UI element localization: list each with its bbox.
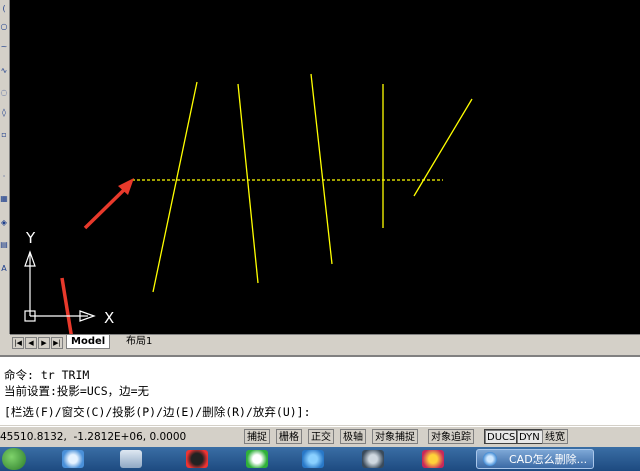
app-task-icon[interactable] bbox=[422, 450, 444, 468]
task-button-label: CAD怎么删除... bbox=[509, 453, 588, 466]
wechat-task-icon[interactable] bbox=[246, 450, 268, 468]
ellipse-tool-icon[interactable]: ◌ bbox=[0, 88, 8, 97]
next-tab-button[interactable]: ▶ bbox=[38, 337, 50, 349]
drawing-canvas[interactable]: Y X bbox=[10, 0, 640, 365]
command-history-line-1: 命令: tr TRIM bbox=[4, 368, 90, 382]
circle-tool-icon[interactable]: ○ bbox=[0, 22, 8, 31]
drawing-line-3[interactable] bbox=[310, 73, 333, 265]
windows-taskbar: CAD怎么删除... bbox=[0, 447, 640, 471]
layout-tab-bar: |◀ ◀ ▶ ▶| Model 布局1 bbox=[10, 334, 640, 350]
command-history-line-2: 当前设置:投影=UCS，边=无 bbox=[4, 384, 150, 398]
dyn-toggle[interactable]: DYN bbox=[516, 429, 543, 444]
start-button-icon[interactable] bbox=[2, 448, 26, 470]
mtext-tool-icon[interactable]: A bbox=[0, 264, 8, 273]
drawing-area[interactable]: Y X bbox=[10, 0, 640, 365]
command-window[interactable]: 命令: tr TRIM 当前设置:投影=UCS，边=无 [栏选(F)/窗交(C)… bbox=[0, 355, 640, 425]
status-bar: 45510.8132, -1.2812E+06, 0.0000 捕捉 栅格 正交… bbox=[0, 426, 640, 447]
revcloud-tool-icon[interactable]: ~ bbox=[0, 42, 8, 51]
coordinate-readout[interactable]: 45510.8132, -1.2812E+06, 0.0000 bbox=[0, 430, 186, 444]
arc-tool-icon[interactable]: ( bbox=[0, 4, 8, 13]
ucs-x-label: X bbox=[104, 309, 114, 327]
browser-task-icon[interactable] bbox=[62, 450, 84, 468]
ucs-icon bbox=[24, 250, 96, 322]
command-prompt-line[interactable]: [栏选(F)/窗交(C)/投影(P)/边(E)/删除(R)/放弃(U)]: bbox=[4, 404, 311, 420]
ucs-y-label: Y bbox=[25, 229, 36, 247]
drawing-line-1[interactable] bbox=[152, 81, 198, 293]
tab-layout1[interactable]: 布局1 bbox=[122, 335, 156, 348]
make-block-icon[interactable]: ▫ bbox=[0, 130, 8, 139]
hatch-tool-icon[interactable]: ▦ bbox=[0, 194, 8, 203]
grid-toggle[interactable]: 栅格 bbox=[276, 429, 302, 444]
media-task-icon[interactable] bbox=[362, 450, 384, 468]
last-tab-button[interactable]: ▶| bbox=[51, 337, 63, 349]
table-tool-icon[interactable]: ▤ bbox=[0, 240, 8, 249]
insert-block-icon[interactable]: ◊ bbox=[0, 108, 8, 117]
tab-model[interactable]: Model bbox=[66, 335, 111, 349]
osnap-toggle[interactable]: 对象捕捉 bbox=[372, 429, 418, 444]
ducs-toggle[interactable]: DUCS bbox=[484, 429, 519, 444]
polar-toggle[interactable]: 极轴 bbox=[340, 429, 366, 444]
point-tool-icon[interactable]: · bbox=[0, 172, 8, 181]
snap-toggle[interactable]: 捕捉 bbox=[244, 429, 270, 444]
prev-tab-button[interactable]: ◀ bbox=[25, 337, 37, 349]
spline-tool-icon[interactable]: ∿ bbox=[0, 66, 8, 75]
first-tab-button[interactable]: |◀ bbox=[12, 337, 24, 349]
region-tool-icon[interactable]: ◈ bbox=[0, 218, 8, 227]
cad-article-task-button[interactable]: CAD怎么删除... bbox=[476, 449, 594, 469]
ortho-toggle[interactable]: 正交 bbox=[308, 429, 334, 444]
explorer-task-icon[interactable] bbox=[120, 450, 142, 468]
lineweight-toggle[interactable]: 线宽 bbox=[542, 429, 568, 444]
drawing-line-2[interactable] bbox=[237, 83, 259, 284]
qq-task-icon[interactable] bbox=[186, 450, 208, 468]
chat-task-icon[interactable] bbox=[302, 450, 324, 468]
browser-icon bbox=[483, 452, 497, 466]
left-toolbar: ( ○ ~ ∿ ◌ ◊ ▫ · ▦ ◈ ▤ A bbox=[0, 0, 10, 334]
otrack-toggle[interactable]: 对象追踪 bbox=[428, 429, 474, 444]
drawing-line-5[interactable] bbox=[413, 98, 473, 197]
annotation-arrow-command bbox=[60, 277, 78, 365]
